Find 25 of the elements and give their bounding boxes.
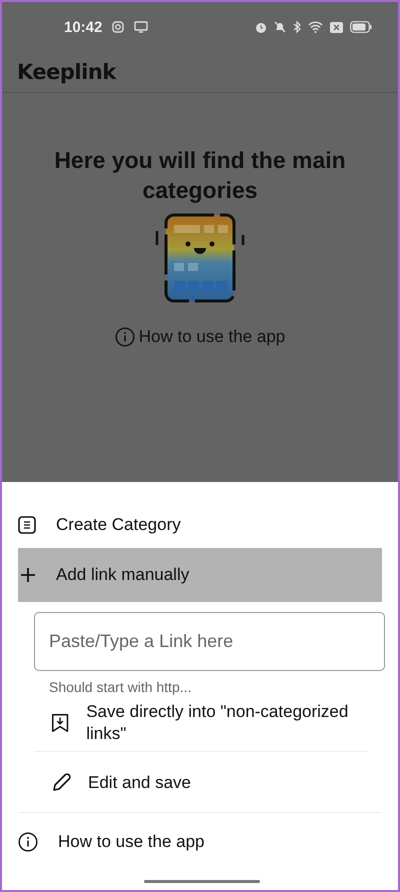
alarm-icon [255,20,267,34]
list-icon [18,516,36,534]
option-item[interactable]: Edit and save [34,752,368,812]
empty-state-heading: Here you will find the main categories [53,146,347,205]
bluetooth-icon [293,21,301,33]
link-input-field[interactable]: Paste/Type a Link here [34,612,385,671]
battery-icon [350,21,372,33]
home-indicator[interactable] [144,880,260,883]
camera-icon [112,21,124,33]
clock-time: 10:42 [64,18,102,36]
muted-bell-icon [274,21,286,33]
sim-icon [330,22,343,32]
pencil-icon [50,772,72,794]
wifi-icon [308,21,323,33]
app-title: Keeplink [17,60,116,84]
bookmark-download-icon [50,712,70,734]
menu-item[interactable]: Create Category [18,506,382,544]
menu-item[interactable]: How to use the app [18,823,382,861]
plus-icon [20,567,36,583]
option-item[interactable]: Save directly into "non-categorized links" [34,695,368,752]
info-icon [114,327,135,347]
info-icon [18,832,38,852]
input-hint: Should start with http... [49,679,192,695]
menu-item[interactable]: Add link manually [18,548,382,602]
screen-icon [134,21,148,33]
